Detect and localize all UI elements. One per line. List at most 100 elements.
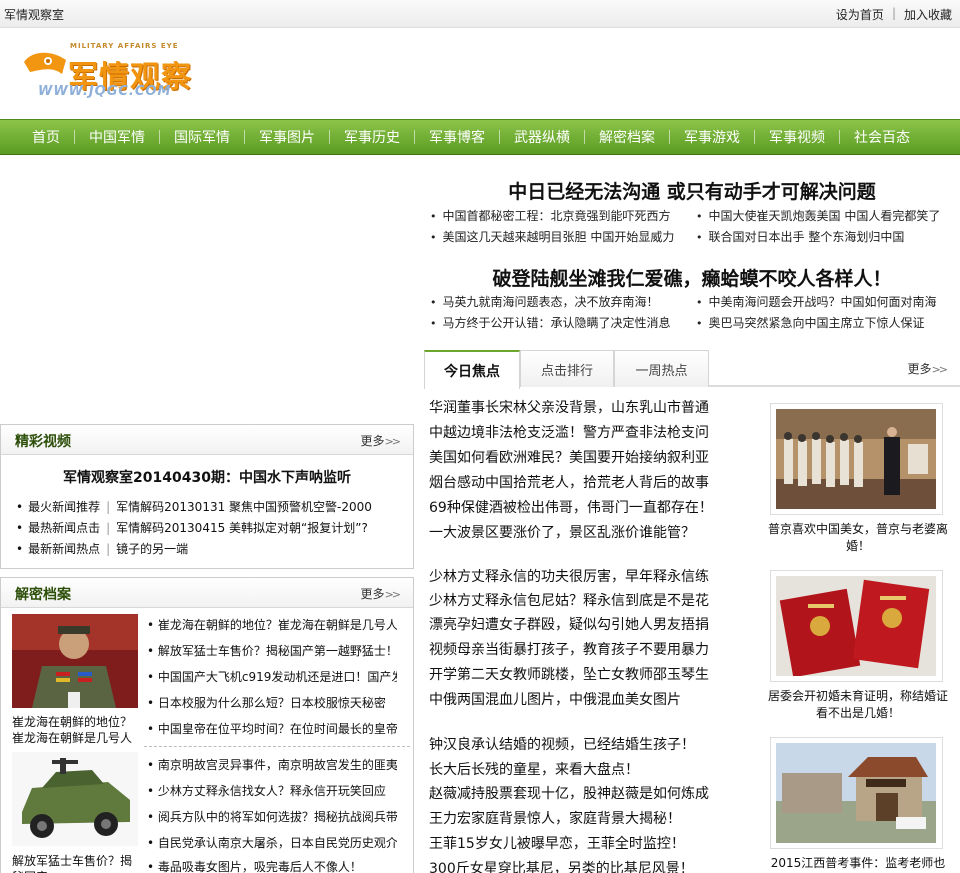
nav-item-label: 军事历史 — [344, 130, 400, 146]
tab-weekly-hot[interactable]: 一周热点 — [614, 350, 709, 387]
nav-item[interactable]: 中国军情 — [74, 127, 159, 147]
archive-box-more-link[interactable]: 更多>> — [361, 585, 402, 602]
video-box-more-link[interactable]: 更多>> — [361, 432, 402, 449]
nav-item[interactable]: 军事视频 — [754, 127, 839, 147]
news-item[interactable]: 视频母亲当街暴打孩子，教育孩子不要用暴力 — [429, 639, 719, 659]
thumb-image-exam-school[interactable] — [776, 743, 936, 843]
nav-item-label: 中国军情 — [89, 130, 145, 146]
logo-url-text: WWW.JQGC.COM — [38, 84, 172, 99]
nav-item-label: 军事博客 — [429, 130, 485, 146]
news-item[interactable]: 王菲15岁女儿被曝早恋，王菲全时监控！ — [429, 833, 719, 853]
set-home-link[interactable]: 设为首页 — [836, 6, 884, 23]
news-item[interactable]: 王力宏家庭背景惊人，家庭背景大揭秘！ — [429, 808, 719, 828]
video-headline[interactable]: 军情观察室20140430期：中国水下声呐监听 — [0, 467, 414, 487]
video-box-title: 精彩视频 — [15, 434, 71, 450]
archive-box-title: 解密档案 — [15, 587, 71, 603]
archive-link[interactable]: • 崔龙海在朝鲜的地位？崔龙海在朝鲜是几号人 — [147, 616, 397, 633]
thumb-image-marriage-cert[interactable] — [776, 576, 936, 676]
thumb-caption[interactable]: 居委会开初婚未育证明，称结婚证看不出是几婚！ — [768, 688, 948, 722]
archive-link[interactable]: • 南京明故宫灵异事件，南京明故宫发生的匪夷 — [147, 756, 397, 773]
logo-eye-icon — [24, 52, 66, 74]
news-item[interactable]: 烟台感动中国拾荒老人，拾荒老人背后的故事 — [429, 472, 719, 492]
video-link[interactable]: 军情解码20130131 聚焦中国预警机空警-2000 — [116, 500, 372, 514]
news-item[interactable]: 中俄两国混血儿图片，中俄混血美女图片 — [429, 689, 719, 709]
headline-main-2[interactable]: 破登陆舰坐滩我仁爱礁，癞蛤蟆不咬人各样人！ — [424, 264, 960, 291]
news-item[interactable]: 一大波景区要涨价了，景区乱涨价谁能管？ — [429, 522, 719, 542]
news-item[interactable]: 中越边境非法枪支泛滥！警方严查非法枪支问 — [429, 422, 719, 442]
headline-link[interactable]: 奥巴马突然紧急向中国主席立下惊人保证 — [696, 314, 925, 331]
thumb-image-putin[interactable] — [776, 409, 936, 509]
nav-item[interactable]: 社会百态 — [839, 127, 924, 147]
nav-item[interactable]: 军事博客 — [414, 127, 499, 147]
news-item[interactable]: 69种保健酒被检出伟哥，伟哥门一直都存在！ — [429, 497, 719, 517]
video-box-header: 精彩视频 更多>> — [1, 425, 413, 455]
video-row: • 最热新闻点击 | 军情解码20130415 美韩拟定对朝“报复计划”? — [16, 521, 368, 535]
headline-link[interactable]: 联合国对日本出手 整个东海划归中国 — [696, 228, 905, 245]
thumb-caption[interactable]: 普京喜欢中国美女，普京与老婆离婚！ — [768, 521, 948, 555]
nav-item[interactable]: 首页 — [18, 127, 74, 147]
news-item[interactable]: 300斤女星穿比基尼，另类的比基尼风景！ — [429, 858, 719, 873]
nav-item-label: 军事图片 — [259, 130, 315, 146]
archive-link[interactable]: • 自民党承认南京大屠杀，日本自民党历史观介 — [147, 834, 397, 851]
news-item[interactable]: 钟汉良承认结婚的视频，已经结婚生孩子！ — [429, 734, 719, 754]
double-chevron-right-icon: >> — [931, 363, 949, 376]
video-row: • 最新新闻热点 | 镜子的另一端 — [16, 542, 189, 556]
archive-link[interactable]: • 日本校服为什么那么短？日本校服惊天秘密 — [147, 694, 397, 711]
archive-image-general[interactable] — [12, 614, 138, 708]
top-bar: 军情观察室 设为首页 | 加入收藏 — [0, 0, 960, 28]
double-chevron-right-icon: >> — [384, 435, 402, 448]
tab-today-focus[interactable]: 今日焦点 — [424, 350, 520, 389]
nav-item[interactable]: 军事游戏 — [669, 127, 754, 147]
archive-link[interactable]: • 阅兵方队中的将军如何选拔？揭秘抗战阅兵带 — [147, 808, 397, 825]
headline-link[interactable]: 中国首都秘密工程：北京竟强到能吓死西方 — [430, 207, 671, 224]
news-item[interactable]: 开学第二天女教师跳楼，坠亡女教师邵玉琴生 — [429, 664, 719, 684]
news-item[interactable]: 赵薇减持股票套现十亿，股神赵薇是如何炼成 — [429, 783, 719, 803]
video-tag[interactable]: 最热新闻点击 — [28, 521, 100, 535]
site-name: 军情观察室 — [4, 8, 65, 22]
headline-link[interactable]: 美国这几天越来越明目张胆 中国开始显威力 — [430, 228, 675, 245]
nav-item[interactable]: 军事历史 — [329, 127, 414, 147]
video-link[interactable]: 军情解码20130415 美韩拟定对朝“报复计划”? — [116, 521, 368, 535]
archive-link[interactable]: • 中国国产大飞机c919发动机还是进口！国产发 — [147, 668, 397, 685]
headline-link[interactable]: 中美南海问题会开战吗？中国如何面对南海 — [696, 293, 937, 310]
nav-item-label: 国际军情 — [174, 130, 230, 146]
nav-item-label: 首页 — [32, 130, 60, 146]
headline-main-1[interactable]: 中日已经无法沟通 或只有动手才可解决问题 — [424, 177, 960, 204]
tabs-more-link[interactable]: 更多>> — [908, 360, 949, 377]
news-item[interactable]: 长大后长残的童星，来看大盘点！ — [429, 759, 719, 779]
archive-link[interactable]: • 解放军猛士车售价？揭秘国产第一越野猛士！ — [147, 642, 397, 659]
nav-item[interactable]: 国际军情 — [159, 127, 244, 147]
main-nav: 首页 中国军情 国际军情 军事图片 军事历史 军事博客 武器纵横 解密档案 军事游戏 军事视频 社会… — [0, 119, 960, 155]
archive-link[interactable]: • 中国皇帝在位平均时间？在位时间最长的皇帝 — [147, 720, 397, 737]
headline-link[interactable]: 马方终于公开认错：承认隐瞒了决定性消息 — [430, 314, 671, 331]
news-tabs: 今日焦点 点击排行 一周热点 更多>> — [424, 350, 960, 389]
video-tag[interactable]: 最火新闻推荐 — [28, 500, 100, 514]
nav-item[interactable]: 武器纵横 — [499, 127, 584, 147]
headline-link[interactable]: 中国大使崔天凯炮轰美国 中国人看完都笑了 — [696, 207, 941, 224]
nav-item-label: 军事游戏 — [684, 130, 740, 146]
archive-caption[interactable]: 崔龙海在朝鲜的地位？崔龙海在朝鲜是几号人 — [12, 714, 138, 746]
news-item[interactable]: 美国如何看欧洲难民？美国要开始接纳叙利亚 — [429, 447, 719, 467]
news-item[interactable]: 华润董事长宋林父亲没背景，山东乳山市普通 — [429, 397, 719, 417]
nav-item-label: 武器纵横 — [514, 130, 570, 146]
archive-divider — [144, 746, 410, 747]
nav-item[interactable]: 军事图片 — [244, 127, 329, 147]
tab-click-ranking[interactable]: 点击排行 — [520, 350, 614, 387]
video-row: • 最火新闻推荐 | 军情解码20130131 聚焦中国预警机空警-2000 — [16, 500, 372, 514]
add-favorite-link[interactable]: 加入收藏 — [904, 6, 952, 23]
archive-link[interactable]: • 少林方丈释永信找女人？释永信开玩笑回应 — [147, 782, 397, 799]
thumb-caption[interactable]: 2015江西普考事件：监考老师也 — [768, 855, 948, 872]
site-logo[interactable]: MILITARY AFFAIRS EYE 军情观察 WWW.JQGC.COM — [22, 38, 222, 104]
top-links: 设为首页 | 加入收藏 — [836, 6, 952, 23]
archive-caption[interactable]: 解放军猛士车售价？揭秘国产 — [12, 853, 138, 873]
news-item[interactable]: 少林方丈释永信包尼姑？释永信到底是不是花 — [429, 590, 719, 610]
archive-link[interactable]: • 毒品吸毒女图片，吸完毒后人不像人！ — [147, 858, 397, 873]
nav-item[interactable]: 解密档案 — [584, 127, 669, 147]
video-link[interactable]: 镜子的另一端 — [116, 542, 188, 556]
headline-link[interactable]: 马英九就南海问题表态，决不放弃南海！ — [430, 293, 659, 310]
video-tag[interactable]: 最新新闻热点 — [28, 542, 100, 556]
double-chevron-right-icon: >> — [384, 588, 402, 601]
news-item[interactable]: 漂亮孕妇遭女子群殴，疑似勾引她人男友捂捐 — [429, 614, 719, 634]
archive-image-vehicle[interactable] — [12, 752, 138, 846]
news-item[interactable]: 少林方丈释永信的功夫很厉害，早年释永信练 — [429, 566, 719, 586]
